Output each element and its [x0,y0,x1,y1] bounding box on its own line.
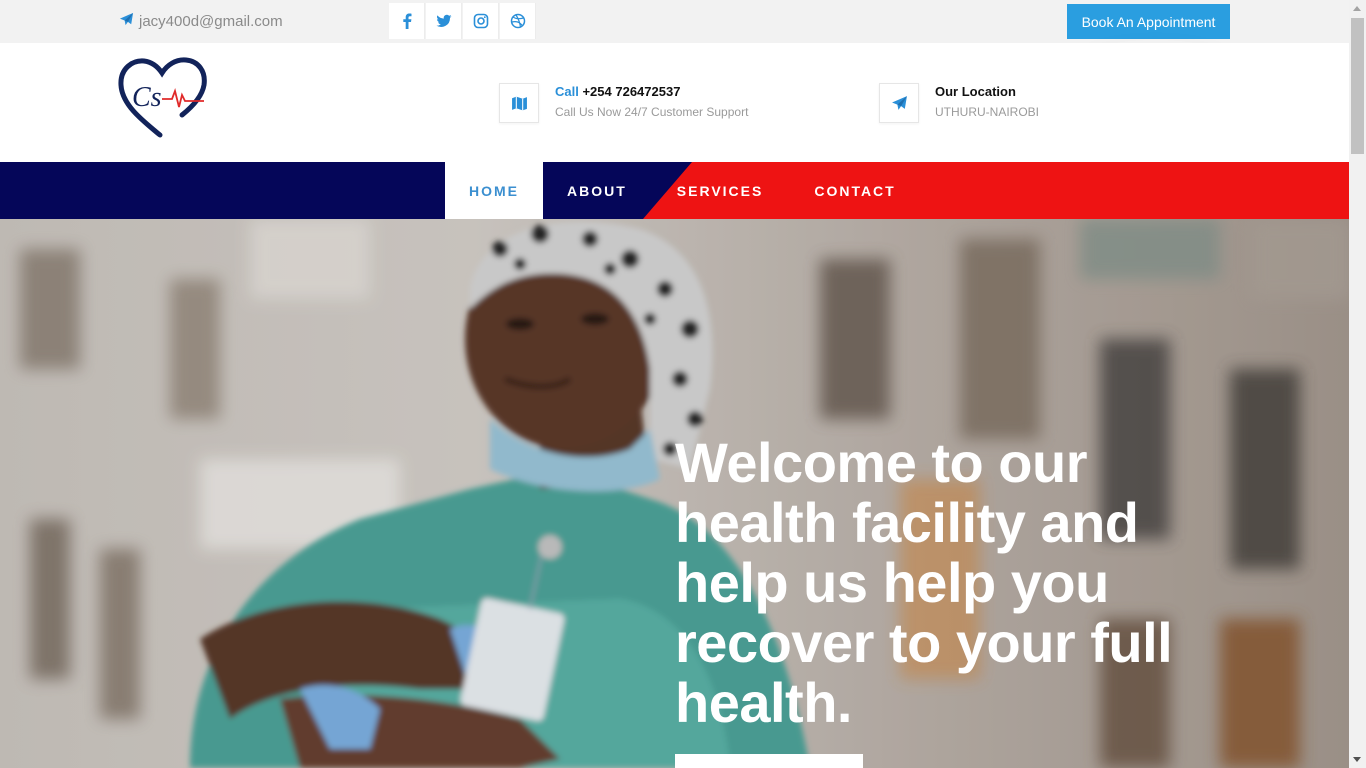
hero-section: Welcome to our health facility and help … [0,219,1349,768]
call-label: Call [555,84,579,99]
map-icon [499,83,539,123]
call-title: Call +254 726472537 [555,84,748,99]
email-text: jacy400d@gmail.com [139,13,283,30]
logo-text: Cs [132,82,162,113]
location-subtitle: UTHURU-NAIROBI [935,105,1039,119]
hero-heading: Welcome to our health facility and help … [675,431,1173,734]
nav-menu: HOME ABOUT SERVICES CONTACT [445,162,896,219]
nav-item-about[interactable]: ABOUT [567,162,627,219]
scrollbar-thumb[interactable] [1351,18,1364,154]
location-info: Our Location UTHURU-NAIROBI [879,83,1039,123]
top-bar: jacy400d@gmail.com Book An Appointment [0,0,1349,43]
call-subtitle: Call Us Now 24/7 Customer Support [555,105,749,119]
scroll-down-arrow-icon[interactable] [1353,757,1361,762]
main-nav: HOME ABOUT SERVICES CONTACT [0,162,1349,219]
paper-plane-icon [119,12,134,31]
page-scrollbar[interactable] [1349,0,1366,768]
instagram-icon[interactable] [463,3,499,39]
site-logo[interactable]: Cs [118,57,208,139]
scroll-up-arrow-icon[interactable] [1353,6,1361,11]
dribbble-icon[interactable] [500,3,536,39]
location-title: Our Location [935,84,1016,99]
nav-item-contact[interactable]: CONTACT [814,162,895,219]
hero-cta-button[interactable] [675,754,863,768]
nav-item-home[interactable]: HOME [445,162,543,219]
social-links [389,3,537,39]
email-contact[interactable]: jacy400d@gmail.com [119,12,283,31]
book-appointment-button[interactable]: Book An Appointment [1067,4,1230,39]
facebook-icon[interactable] [389,3,425,39]
call-info: Call +254 726472537 Call Us Now 24/7 Cus… [499,83,748,123]
twitter-icon[interactable] [426,3,462,39]
nav-item-services[interactable]: SERVICES [677,162,764,219]
phone-number[interactable]: +254 726472537 [582,84,680,99]
paper-plane-icon [879,83,919,123]
site-header: Cs Call +254 726472537 Call Us Now 24/7 … [0,43,1349,162]
